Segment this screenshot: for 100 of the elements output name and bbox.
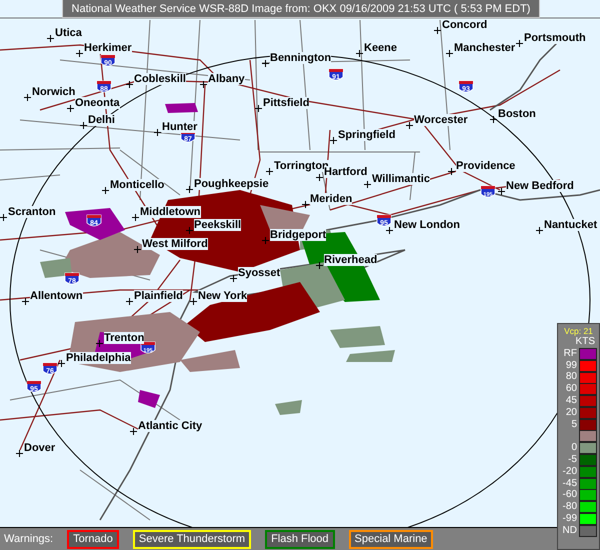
city-marker-icon <box>230 275 237 282</box>
city-marker-icon <box>262 60 269 67</box>
city-label: Oneonta <box>75 97 120 109</box>
legend-label: 45 <box>566 396 577 406</box>
legend-label: RF <box>564 348 577 359</box>
city-label: Boston <box>498 108 536 120</box>
city-marker-icon <box>134 246 141 253</box>
city-marker-icon <box>406 122 413 129</box>
legend-mode: Vcp: 21 <box>563 326 594 336</box>
city-label: Allentown <box>30 290 83 302</box>
city-marker-icon <box>498 188 505 195</box>
city-marker-icon <box>96 340 103 347</box>
radar-echo <box>165 103 198 113</box>
city-label: Providence <box>456 160 516 172</box>
city-marker-icon <box>186 186 193 193</box>
city-marker-icon <box>16 450 23 457</box>
warning-filter-button[interactable]: Flash Flood <box>265 530 335 548</box>
legend-label: 20 <box>566 408 577 418</box>
city-label: Cobleskill <box>134 73 186 85</box>
city-label: New London <box>394 219 460 231</box>
city-label: Dover <box>24 442 56 454</box>
city-label: Willimantic <box>372 173 430 185</box>
city-label: Worcester <box>414 114 468 126</box>
warning-filter-button[interactable]: Severe Thunderstorm <box>132 530 252 548</box>
legend-label: ND <box>562 526 577 536</box>
city-marker-icon <box>126 298 133 305</box>
radar-echo <box>346 350 395 362</box>
warning-filter-button[interactable]: Special Marine <box>348 530 434 548</box>
city-marker-icon <box>364 181 371 188</box>
legend-label: -45 <box>562 478 577 489</box>
city-marker-icon <box>446 50 453 57</box>
city-label: Norwich <box>32 86 76 98</box>
legend-label: 60 <box>566 384 577 394</box>
city-marker-icon <box>154 129 161 136</box>
city-label: Middletown <box>140 206 200 218</box>
city-label: Manchester <box>454 42 516 54</box>
city-marker-icon <box>126 81 133 88</box>
city-marker-icon <box>58 360 65 367</box>
city-label: Trenton <box>104 332 144 344</box>
city-label: Albany <box>208 73 245 85</box>
legend-label: -20 <box>562 466 577 477</box>
city-marker-icon <box>76 50 83 57</box>
header-title: National Weather Service WSR-88D Image from: OKX 09/16/2009 21:53 UTC ( 5:53 PM EDT) <box>62 0 540 18</box>
city-label: Keene <box>364 42 398 54</box>
city-label: Portsmouth <box>524 32 586 44</box>
city-marker-icon <box>356 50 363 57</box>
legend-label: -60 <box>562 490 577 500</box>
warning-filter-button[interactable]: Tornado <box>67 530 119 548</box>
city-marker-icon <box>22 298 29 305</box>
legend-label: -5 <box>568 455 577 466</box>
city-marker-icon <box>490 116 497 123</box>
city-label: Atlantic City <box>138 420 202 432</box>
city-label: West Milford <box>142 238 208 250</box>
legend-label: -80 <box>562 502 577 512</box>
city-label: Poughkeepsie <box>194 178 269 190</box>
city-label: Concord <box>442 19 488 31</box>
city-label: Springfield <box>338 129 396 141</box>
city-marker-icon <box>47 35 54 42</box>
city-label: Plainfield <box>134 290 183 302</box>
legend-label: -99 <box>562 514 577 524</box>
city-marker-icon <box>190 298 197 305</box>
city-marker-icon <box>330 137 337 144</box>
city-marker-icon <box>302 201 309 208</box>
legend-label: 80 <box>566 372 577 382</box>
city-marker-icon <box>266 168 273 175</box>
city-marker-icon <box>0 214 7 221</box>
city-label: Delhi <box>88 114 115 126</box>
warnings-label: Warnings: <box>4 533 54 545</box>
city-label: Hunter <box>162 121 198 133</box>
city-marker-icon <box>448 168 455 175</box>
city-label: Peekskill <box>194 219 242 231</box>
radar-echo <box>275 400 302 415</box>
city-marker-icon <box>536 227 543 234</box>
city-marker-icon <box>132 214 139 221</box>
city-label: Meriden <box>310 193 352 205</box>
city-label: New Bedford <box>506 180 574 192</box>
city-label: Utica <box>55 27 82 39</box>
city-marker-icon <box>434 27 441 34</box>
city-marker-icon <box>102 187 109 194</box>
city-marker-icon <box>24 94 31 101</box>
legend-label: 99 <box>566 360 577 371</box>
city-label: Syosset <box>238 267 280 279</box>
city-marker-icon <box>516 40 523 47</box>
city-marker-icon <box>316 262 323 269</box>
legend-label: 0 <box>571 443 577 454</box>
city-label: Bennington <box>270 52 332 64</box>
city-marker-icon <box>186 227 193 234</box>
legend-label: 5 <box>571 420 577 430</box>
city-marker-icon <box>67 105 74 112</box>
city-marker-icon <box>200 81 207 88</box>
city-label: Scranton <box>8 206 56 218</box>
city-marker-icon <box>80 122 87 129</box>
city-marker-icon <box>386 227 393 234</box>
city-label: Riverhead <box>324 254 378 266</box>
city-marker-icon <box>316 174 323 181</box>
city-marker-icon <box>262 237 269 244</box>
city-label: Pittsfield <box>263 97 310 109</box>
radar-echo <box>138 390 160 408</box>
city-marker-icon <box>130 428 137 435</box>
city-label: Monticello <box>110 179 164 191</box>
